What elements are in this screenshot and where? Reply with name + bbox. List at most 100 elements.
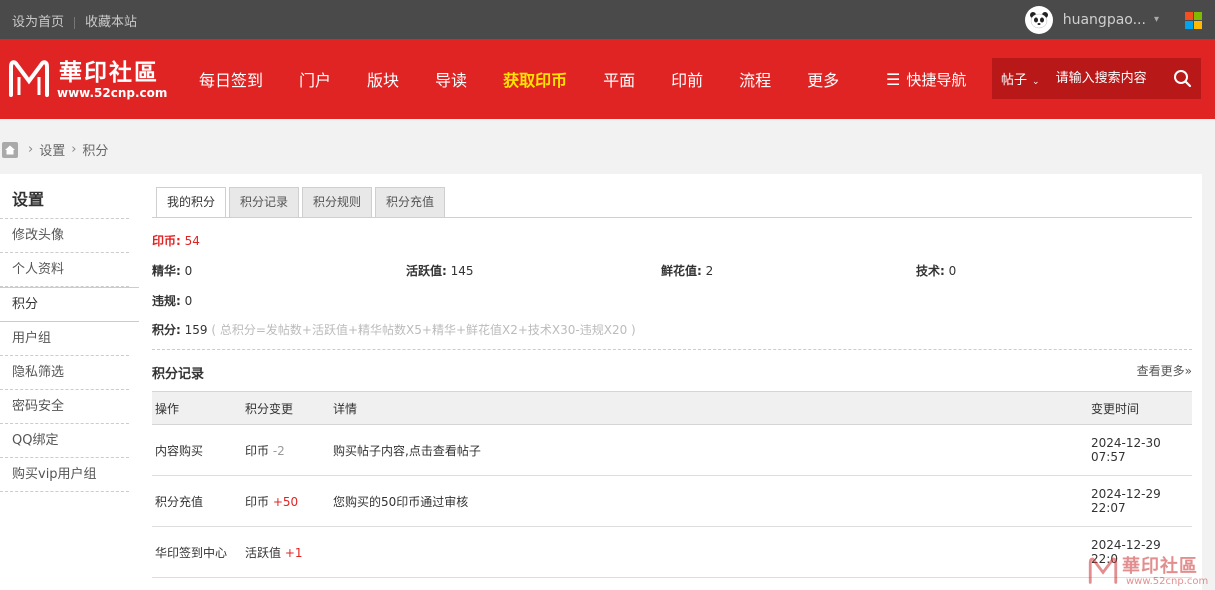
sidebar-title: 设置	[0, 174, 129, 219]
sidebar-item-vip[interactable]: 购买vip用户组	[0, 458, 129, 492]
user-menu[interactable]: huangpao... ▾	[1024, 5, 1159, 34]
watermark-logo: 華印社區 www.52cnp.com	[1086, 552, 1215, 590]
logo-text: 華印社區	[59, 59, 159, 86]
quick-nav-button[interactable]: ☰ 快捷导航	[886, 69, 966, 90]
logo-url: www.52cnp.com	[57, 86, 168, 100]
total-value: 159	[184, 323, 208, 337]
sidebar-item-credits[interactable]: 积分	[0, 287, 139, 322]
main-panel: 设置 修改头像 个人资料 积分 用户组 隐私筛选 密码安全 QQ绑定 购买vip…	[0, 174, 1202, 590]
tab-credit-rules[interactable]: 积分规则	[302, 187, 373, 217]
col-detail: 详情	[330, 391, 1088, 425]
settings-sidebar: 设置 修改头像 个人资料 积分 用户组 隐私筛选 密码安全 QQ绑定 购买vip…	[0, 174, 140, 492]
stat-huoyue: 活跃值: 145	[406, 264, 474, 278]
windows-icon-yellow	[1194, 21, 1202, 29]
nav-item-workflow[interactable]: 流程	[739, 67, 771, 91]
col-op: 操作	[152, 391, 242, 425]
search-type-select[interactable]: 帖子 ⌄	[1001, 69, 1040, 88]
windows-icon[interactable]	[1185, 12, 1202, 29]
watermark-url: www.52cnp.com	[1126, 576, 1209, 587]
row-time: 2024-12-29 22:07	[1088, 475, 1192, 527]
stat-weigui: 违规: 0	[152, 294, 193, 308]
table-row: 华印签到中心 活跃值 +1 2024-12-29 22:0	[152, 526, 1192, 578]
view-more-link[interactable]: 查看更多»	[1137, 362, 1192, 379]
row-change: 印币 -2	[242, 424, 330, 476]
windows-icon-green	[1194, 12, 1202, 20]
sidebar-item-avatar[interactable]: 修改头像	[0, 219, 129, 253]
nav-item-portal[interactable]: 门户	[299, 67, 331, 91]
nav-item-more[interactable]: 更多	[807, 67, 839, 91]
divider	[152, 349, 1192, 350]
divider	[74, 16, 76, 29]
header: 華印社區 www.52cnp.com 每日签到 门户 版块 导读 获取印币 平面…	[0, 39, 1215, 119]
breadcrumb-settings[interactable]: 设置	[39, 140, 65, 159]
search-input[interactable]	[1053, 70, 1170, 87]
table-row: 积分充值 印币 +50 您购买的50印币通过审核 2024-12-29 22:07	[152, 475, 1192, 527]
top-links: 设为首页 收藏本站	[12, 11, 137, 30]
row-time: 2024-12-30 07:57	[1088, 424, 1192, 476]
stat-xianhua: 鲜花值: 2	[661, 264, 714, 278]
credits-tabs: 我的积分 积分记录 积分规则 积分充值	[156, 187, 448, 218]
nav-item-checkin[interactable]: 每日签到	[199, 67, 263, 91]
row-change: 印币 +50	[242, 475, 330, 527]
records-title: 积分记录	[152, 367, 205, 382]
nav-item-get-coins[interactable]: 获取印币	[503, 67, 567, 91]
yinbi-label: 印币:	[152, 234, 181, 248]
panda-icon	[1029, 11, 1048, 28]
sidebar-item-profile[interactable]: 个人资料	[0, 253, 129, 287]
row-change: 活跃值 +1	[242, 526, 330, 578]
bookmark-link[interactable]: 收藏本站	[85, 15, 137, 30]
col-time: 变更时间	[1088, 391, 1192, 425]
breadcrumb: › 设置 › 积分	[2, 140, 108, 159]
search-icon[interactable]	[1173, 69, 1193, 89]
total-credits: 积分: 159 ( 总积分=发帖数+活跃值+精华帖数X5+精华+鲜花值X2+技术…	[152, 321, 636, 338]
list-icon: ☰	[886, 70, 901, 89]
stat-jinghua: 精华: 0	[152, 264, 193, 278]
row-detail	[330, 526, 1088, 578]
site-logo[interactable]: 華印社區 www.52cnp.com	[5, 55, 170, 105]
table-row: 内容购买 印币 -2 购买帖子内容,点击查看帖子 2024-12-30 07:57	[152, 424, 1192, 476]
chevron-right-icon: ›	[28, 142, 34, 157]
tab-credit-log[interactable]: 积分记录	[229, 187, 300, 217]
sidebar-item-qq[interactable]: QQ绑定	[0, 424, 129, 458]
windows-icon-red	[1185, 12, 1193, 20]
row-op: 华印签到中心	[152, 526, 242, 578]
logo-mark-icon	[1088, 557, 1118, 584]
tab-divider	[152, 217, 1192, 218]
username[interactable]: huangpao...	[1063, 12, 1146, 28]
avatar[interactable]	[1024, 5, 1053, 34]
tab-credit-recharge[interactable]: 积分充值	[375, 187, 446, 217]
top-bar: 设为首页 收藏本站 huangpao... ▾	[0, 0, 1215, 39]
chevron-right-icon: ›	[71, 142, 77, 157]
set-home-link[interactable]: 设为首页	[12, 15, 64, 30]
home-icon[interactable]	[2, 141, 18, 158]
nav-item-prepress[interactable]: 印前	[671, 67, 703, 91]
total-label: 积分:	[152, 323, 181, 337]
tab-my-credits[interactable]: 我的积分	[156, 187, 227, 218]
stat-jishu: 技术: 0	[916, 264, 957, 278]
credit-formula: ( 总积分=发帖数+活跃值+精华帖数X5+精华+鲜花值X2+技术X30-违规X2…	[211, 323, 636, 337]
sidebar-item-usergroup[interactable]: 用户组	[0, 322, 129, 356]
row-detail-link[interactable]: 购买帖子内容,点击查看帖子	[330, 424, 1088, 476]
nav-item-forums[interactable]: 版块	[367, 67, 399, 91]
windows-icon-blue	[1185, 21, 1193, 29]
breadcrumb-credits[interactable]: 积分	[82, 140, 108, 159]
sidebar-item-privacy[interactable]: 隐私筛选	[0, 356, 129, 390]
logo-mark-icon	[9, 60, 49, 97]
records-table: 操作 积分变更 详情 变更时间 内容购买 印币 -2 购买帖子内容,点击查看帖子…	[152, 391, 1192, 578]
table-header-row: 操作 积分变更 详情 变更时间	[152, 391, 1192, 425]
quick-nav-label: 快捷导航	[906, 71, 967, 89]
chevron-down-icon[interactable]: ▾	[1154, 14, 1159, 25]
chevron-down-icon: ⌄	[1032, 77, 1040, 87]
row-op: 积分充值	[152, 475, 242, 527]
nav-item-graphic[interactable]: 平面	[603, 67, 635, 91]
main-nav: 每日签到 门户 版块 导读 获取印币 平面 印前 流程 更多	[199, 39, 875, 119]
sidebar-item-password[interactable]: 密码安全	[0, 390, 129, 424]
row-op: 内容购买	[152, 424, 242, 476]
watermark-text: 華印社區	[1122, 556, 1198, 577]
yinbi-value: 54	[184, 234, 200, 248]
search-bar: 帖子 ⌄	[992, 58, 1201, 99]
row-detail: 您购买的50印币通过审核	[330, 475, 1088, 527]
yinbi-row: 印币: 54	[152, 232, 200, 249]
col-change: 积分变更	[242, 391, 330, 425]
nav-item-guide[interactable]: 导读	[435, 67, 467, 91]
